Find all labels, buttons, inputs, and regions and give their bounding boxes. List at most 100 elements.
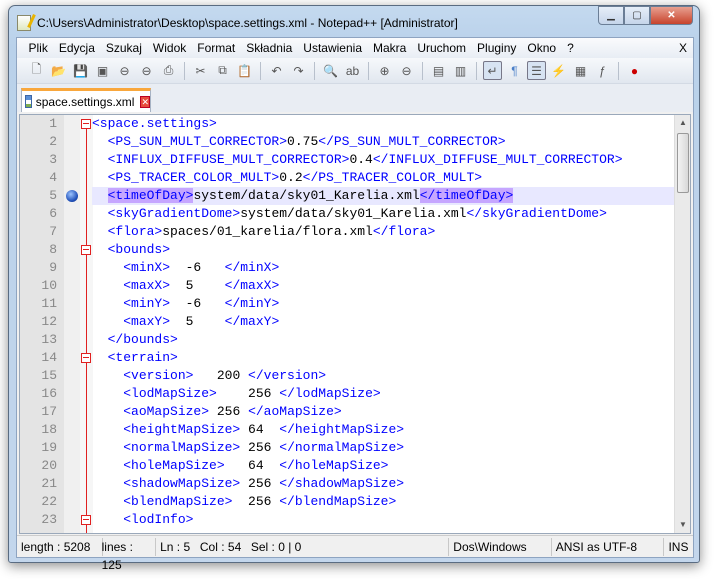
xml-tag: </maxY> <box>224 314 280 329</box>
xml-tag: </timeOfDay> <box>419 188 514 203</box>
xml-text <box>92 494 123 509</box>
toolbar-separator <box>184 61 185 80</box>
code-line: 3 <INFLUX_DIFFUSE_MULT_CORRECTOR>0.4</IN… <box>20 151 676 169</box>
minimize-button[interactable]: ▁ <box>598 6 624 25</box>
status-length: length : 5208 <box>17 537 103 556</box>
open-file-icon[interactable]: 📂 <box>49 61 68 80</box>
xml-text: 256 <box>232 494 280 509</box>
menu-uruchom[interactable]: Uruchom <box>412 41 472 55</box>
bookmark-icon[interactable] <box>66 190 78 202</box>
sync-horizontal-icon[interactable]: ▥ <box>451 61 470 80</box>
menu-ustawienia[interactable]: Ustawienia <box>298 41 368 55</box>
word-wrap-icon[interactable]: ↵ <box>483 61 502 80</box>
fold-toggle-icon[interactable] <box>81 515 91 525</box>
code-line: 19 <normalMapSize> 256 </normalMapSize> <box>20 439 676 457</box>
xml-tag: <space.settings> <box>92 116 217 131</box>
menu-?[interactable]: ? <box>562 41 580 55</box>
fold-toggle-icon[interactable] <box>81 119 91 129</box>
close-tab-icon[interactable]: ✕ <box>140 95 150 108</box>
fold-toggle-icon[interactable] <box>81 353 91 363</box>
xml-text <box>92 512 123 527</box>
tab-space-settings[interactable]: space.settings.xml ✕ <box>21 88 151 112</box>
user-lang-icon[interactable]: ⚡ <box>549 61 568 80</box>
xml-text <box>92 152 108 167</box>
code-line: 1 <space.settings> <box>20 115 676 133</box>
close-window-button[interactable]: ✕ <box>650 6 693 25</box>
line-number: 23 <box>41 512 57 527</box>
show-all-chars-icon[interactable]: ¶ <box>505 61 524 80</box>
cut-icon[interactable]: ✂ <box>191 61 210 80</box>
menu-pluginy[interactable]: Pluginy <box>472 41 522 55</box>
close-icon[interactable]: ⊖ <box>115 61 134 80</box>
fold-toggle-icon[interactable] <box>81 245 91 255</box>
xml-text <box>92 134 108 149</box>
print-icon[interactable]: ⎙ <box>159 61 178 80</box>
code-text: <maxY> 5 </maxY> <box>92 313 676 331</box>
new-file-icon[interactable]: 🗋 <box>27 61 46 80</box>
line-number: 18 <box>41 422 57 437</box>
code-text: <blendMapSize> 256 </blendMapSize> <box>92 493 676 511</box>
status-lines: lines : 125 <box>98 537 157 572</box>
code-text: <version> 200 </version> <box>92 367 676 385</box>
xml-tag: <bounds> <box>107 242 171 257</box>
xml-text <box>92 440 123 455</box>
toolbar-separator <box>314 61 315 80</box>
menu-okno[interactable]: Okno <box>522 41 562 55</box>
scroll-down-icon[interactable]: ▼ <box>675 517 690 533</box>
menu-skadnia[interactable]: Składnia <box>241 41 298 55</box>
record-macro-icon[interactable]: ● <box>625 61 644 80</box>
menu-szukaj[interactable]: Szukaj <box>100 41 147 55</box>
xml-tag: <shadowMapSize> <box>123 476 241 491</box>
text-editor[interactable]: 1 <space.settings> 2 <PS_SUN_MULT_CORRECTO… <box>19 114 691 534</box>
vertical-scrollbar[interactable]: ▲ ▼ <box>674 115 690 533</box>
save-all-icon[interactable]: ▣ <box>93 61 112 80</box>
menu-format[interactable]: Format <box>192 41 241 55</box>
copy-icon[interactable]: ⧉ <box>213 61 232 80</box>
undo-icon[interactable]: ↶ <box>267 61 286 80</box>
scroll-up-icon[interactable]: ▲ <box>675 115 690 131</box>
xml-text <box>92 242 108 257</box>
zoom-in-icon[interactable]: ⊕ <box>375 61 394 80</box>
xml-tag: <maxY> <box>123 314 171 329</box>
xml-tag: <version> <box>123 368 194 383</box>
menu-close-document[interactable]: X <box>673 41 693 55</box>
status-mode: INS <box>668 539 689 554</box>
code-line: 10 <maxX> 5 </maxX> <box>20 277 676 295</box>
paste-icon[interactable]: 📋 <box>235 61 254 80</box>
sync-vertical-icon[interactable]: ▤ <box>429 61 448 80</box>
close-all-icon[interactable]: ⊖ <box>137 61 156 80</box>
xml-text <box>92 314 123 329</box>
maximize-button[interactable]: ▢ <box>624 6 650 25</box>
menu-plik[interactable]: Plik <box>23 41 53 55</box>
xml-text <box>92 476 123 491</box>
indent-guide-icon[interactable]: ☰ <box>527 61 546 80</box>
menu-edycja[interactable]: Edycja <box>53 41 100 55</box>
code-text: <lodMapSize> 256 </lodMapSize> <box>92 385 676 403</box>
notepadpp-app-icon <box>17 15 31 31</box>
function-list-icon[interactable]: ƒ <box>593 61 612 80</box>
line-number: 20 <box>41 458 57 473</box>
line-number: 14 <box>41 350 57 365</box>
saved-file-icon <box>25 95 32 108</box>
line-number: 13 <box>41 332 57 347</box>
code-line: 5 <timeOfDay>system/data/sky01_Karelia.x… <box>20 187 676 205</box>
code-line: 8 <bounds> <box>20 241 676 259</box>
find-icon[interactable]: 🔍 <box>321 61 340 80</box>
zoom-out-icon[interactable]: ⊖ <box>397 61 416 80</box>
replace-icon[interactable]: ab <box>343 61 362 80</box>
xml-tag: </skyGradientDome> <box>466 206 607 221</box>
line-number: 5 <box>49 188 57 203</box>
code-line: 11 <minY> -6 </minY> <box>20 295 676 313</box>
save-icon[interactable]: 💾 <box>71 61 90 80</box>
xml-text <box>92 386 123 401</box>
xml-tag: </bounds> <box>107 332 178 347</box>
menu-makra[interactable]: Makra <box>368 41 412 55</box>
code-line: 4 <PS_TRACER_COLOR_MULT>0.2</PS_TRACER_C… <box>20 169 676 187</box>
xml-tag: <INFLUX_DIFFUSE_MULT_CORRECTOR> <box>107 152 350 167</box>
menu-widok[interactable]: Widok <box>147 41 191 55</box>
doc-map-icon[interactable]: ▦ <box>571 61 590 80</box>
line-number: 21 <box>41 476 57 491</box>
redo-icon[interactable]: ↷ <box>289 61 308 80</box>
line-number: 11 <box>41 296 57 311</box>
scrollbar-thumb[interactable] <box>677 133 689 193</box>
